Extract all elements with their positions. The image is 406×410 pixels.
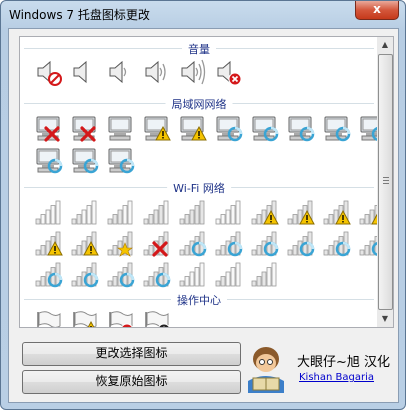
app-window: Windows 7 托盘图标更改 x 音量 局域网网络 Wi-Fi 网络 操作中… — [0, 0, 406, 410]
icon-list-panel[interactable]: 音量 局域网网络 Wi-Fi 网络 操作中心 — [19, 36, 379, 328]
flag-clock-icon[interactable] — [141, 308, 171, 327]
network-busy-icon[interactable] — [249, 113, 279, 143]
author-link[interactable]: Kishan Bagaria — [299, 372, 374, 383]
flag-warning-icon[interactable] — [69, 308, 99, 327]
wifi-4-icon[interactable] — [141, 197, 171, 227]
translator-credit: 大眼仔~旭 汉化 — [297, 355, 391, 370]
vertical-scrollbar[interactable]: ▲ ▼ — [377, 36, 394, 328]
speaker-high-icon[interactable] — [177, 57, 207, 87]
wifi-star-icon[interactable] — [105, 228, 135, 258]
wifi-5-icon[interactable] — [177, 197, 207, 227]
wifi-busy-icon[interactable] — [69, 259, 99, 289]
wifi-busy-icon[interactable] — [177, 228, 207, 258]
wifi-2-icon[interactable] — [213, 259, 243, 289]
wifi-busy-icon[interactable] — [285, 228, 315, 258]
speaker-low-icon[interactable] — [105, 57, 135, 87]
network-error-icon[interactable] — [33, 113, 63, 143]
mascot-logo — [248, 347, 284, 393]
flag-icon[interactable] — [33, 308, 63, 327]
speaker-medium-icon[interactable] — [141, 57, 171, 87]
wifi-busy-icon[interactable] — [105, 259, 135, 289]
scroll-thumb[interactable] — [378, 54, 393, 310]
network-busy-icon[interactable] — [105, 145, 135, 175]
network-icon[interactable] — [105, 113, 135, 143]
network-busy-icon[interactable] — [69, 145, 99, 175]
wifi-busy-icon[interactable] — [141, 259, 171, 289]
network-error-icon[interactable] — [69, 113, 99, 143]
network-warning-icon[interactable] — [141, 113, 171, 143]
wifi-3-icon[interactable] — [105, 197, 135, 227]
wifi-warning-icon[interactable] — [249, 197, 279, 227]
network-busy-icon[interactable] — [33, 145, 63, 175]
speaker-error-icon[interactable] — [213, 57, 243, 87]
section-header-lan: 局域网网络 — [24, 96, 374, 112]
network-busy-icon[interactable] — [285, 113, 315, 143]
flag-error-icon[interactable] — [105, 308, 135, 327]
client-area: 音量 局域网网络 Wi-Fi 网络 操作中心 ▲ ▼ 更改选择图标 恢复原始图标… — [8, 28, 399, 403]
restore-icons-button[interactable]: 恢复原始图标 — [22, 370, 241, 394]
scroll-down-icon[interactable]: ▼ — [377, 311, 393, 327]
wifi-1-icon[interactable] — [177, 259, 207, 289]
network-busy-icon[interactable] — [321, 113, 351, 143]
wifi-error-icon[interactable] — [141, 228, 171, 258]
wifi-busy-icon[interactable] — [33, 259, 63, 289]
speaker-icon[interactable] — [69, 57, 99, 87]
network-busy-icon[interactable] — [213, 113, 243, 143]
section-header-action-center: 操作中心 — [24, 292, 374, 308]
speaker-muted-icon[interactable] — [33, 57, 63, 87]
wifi-warning-icon[interactable] — [357, 197, 378, 227]
section-header-volume: 音量 — [24, 41, 374, 57]
wifi-busy-icon[interactable] — [321, 228, 351, 258]
wifi-warning-icon[interactable] — [285, 197, 315, 227]
wifi-warning-icon[interactable] — [33, 228, 63, 258]
network-busy-icon[interactable] — [357, 113, 378, 143]
window-title: Windows 7 托盘图标更改 — [9, 8, 150, 22]
wifi-empty-icon[interactable] — [213, 197, 243, 227]
wifi-busy-icon[interactable] — [213, 228, 243, 258]
wifi-busy-icon[interactable] — [357, 228, 378, 258]
change-icon-button[interactable]: 更改选择图标 — [22, 342, 241, 366]
wifi-busy-icon[interactable] — [249, 228, 279, 258]
wifi-3-icon[interactable] — [249, 259, 279, 289]
wifi-1-icon[interactable] — [33, 197, 63, 227]
network-warning-icon[interactable] — [177, 113, 207, 143]
wifi-warning-icon[interactable] — [321, 197, 351, 227]
wifi-warning-icon[interactable] — [69, 228, 99, 258]
wifi-2-icon[interactable] — [69, 197, 99, 227]
scroll-up-icon[interactable]: ▲ — [377, 37, 393, 53]
section-header-wifi: Wi-Fi 网络 — [24, 180, 374, 196]
close-button[interactable]: x — [355, 1, 399, 20]
